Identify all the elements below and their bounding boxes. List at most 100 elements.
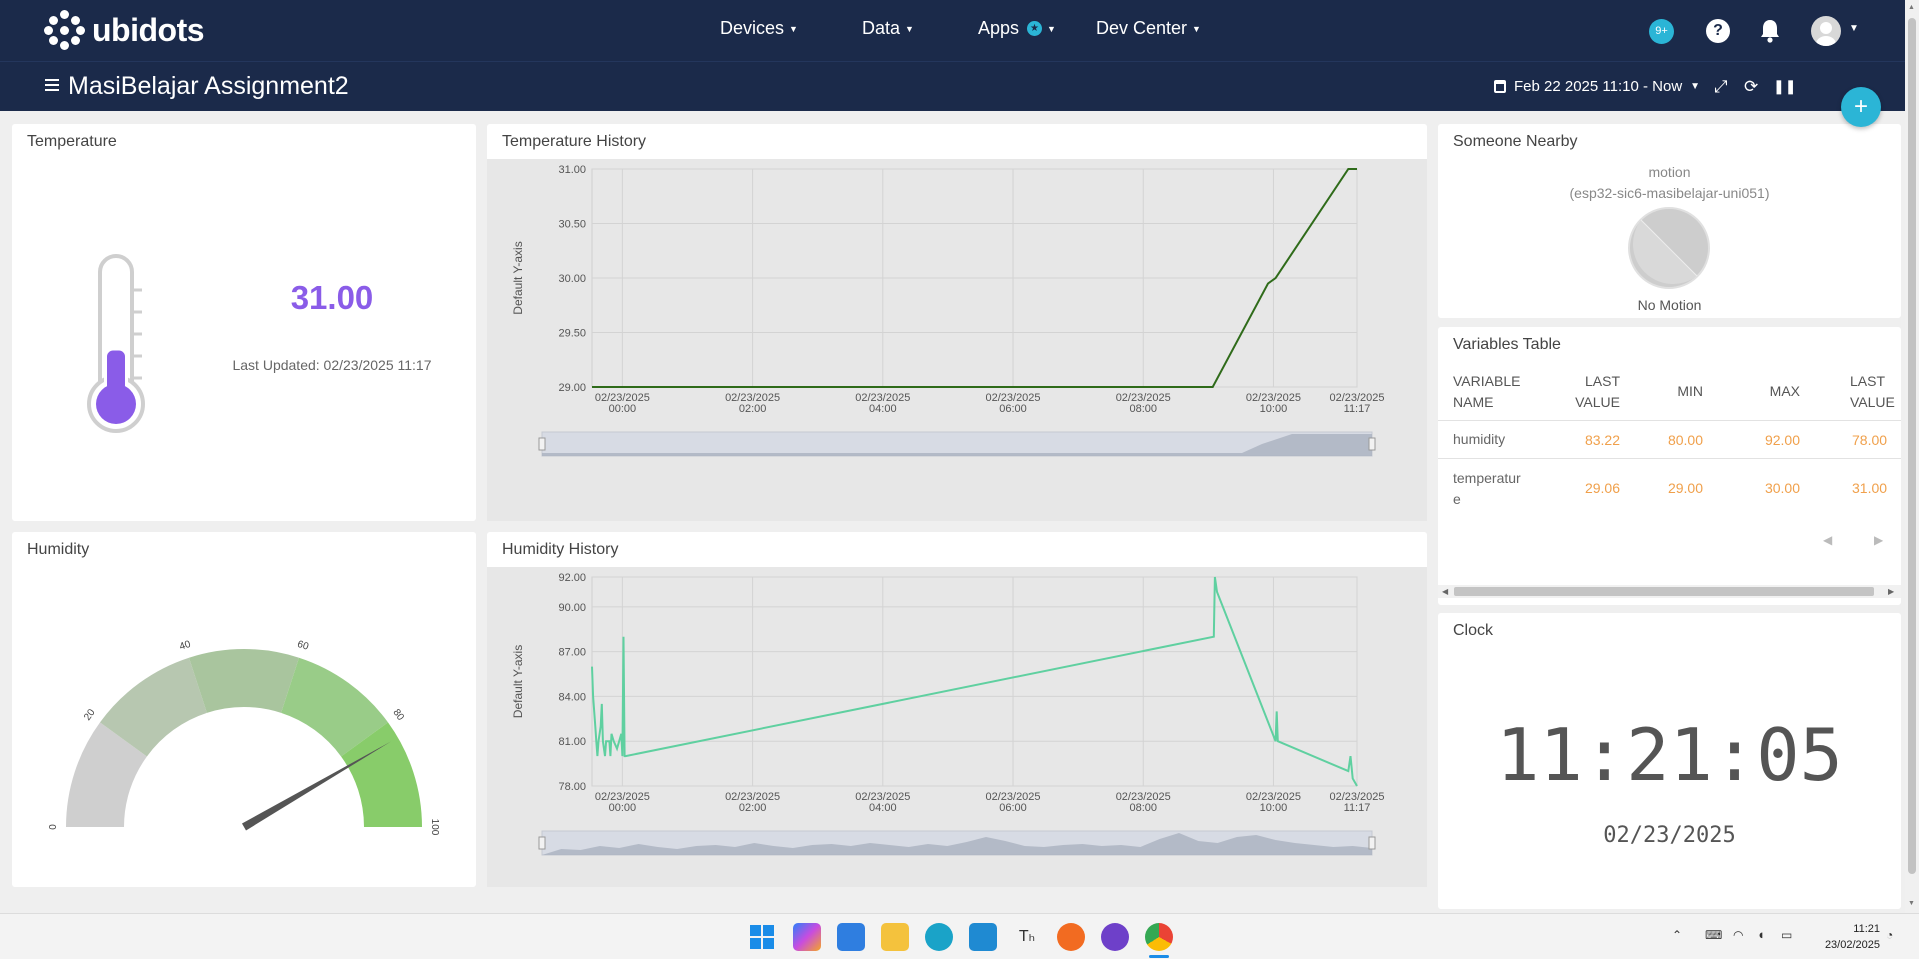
column-header-max[interactable]: MAX (1720, 381, 1800, 402)
y-tick-label: 30.00 (558, 273, 586, 285)
dashboard-toolbar: MasiBelajar Assignment2 Feb 22 2025 11:1… (0, 61, 1919, 111)
refresh-icon[interactable]: ⟳ (1744, 77, 1758, 97)
github-desktop-icon[interactable] (1101, 923, 1129, 951)
scrollbar-thumb[interactable] (1908, 18, 1916, 874)
scroll-down-icon[interactable]: ▼ (1908, 900, 1915, 907)
divider (1438, 420, 1901, 421)
nav-data-label: Data (862, 18, 901, 38)
x-tick-label: 00:00 (609, 802, 637, 814)
nav-data[interactable]: Data ▼ (862, 18, 914, 39)
row-variable-name: humidity (1453, 431, 1506, 447)
temperature-value: 31.00 (290, 279, 374, 316)
postman-icon[interactable] (1057, 923, 1085, 951)
y-tick-label: 84.00 (558, 691, 586, 703)
gauge-tick-label: 100 (429, 819, 440, 836)
x-tick-label: 06:00 (999, 403, 1027, 415)
scroll-left-icon[interactable]: ◀ (1442, 587, 1448, 596)
y-tick-label: 78.00 (558, 781, 586, 793)
thermometer-icon (87, 254, 145, 433)
nav-devices-label: Devices (720, 18, 785, 38)
scrollbar-thumb[interactable] (1454, 587, 1874, 596)
chevron-down-icon: ▼ (789, 23, 798, 34)
row-min: 80.00 (1667, 432, 1703, 448)
scroll-up-icon[interactable]: ▲ (1908, 4, 1915, 11)
motion-status: No Motion (1637, 297, 1702, 313)
chevron-down-icon: ▼ (1192, 23, 1201, 34)
row-min: 29.00 (1667, 480, 1703, 496)
y-tick-label: 29.00 (558, 382, 586, 394)
nav-devices[interactable]: Devices ▼ (720, 18, 798, 39)
file-explorer-icon[interactable] (881, 923, 909, 951)
clock-date: 02/23/2025 (1603, 823, 1736, 848)
pagination-prev-icon[interactable]: ◀ (1823, 533, 1832, 547)
help-button[interactable]: ? (1706, 19, 1730, 43)
someone-nearby-widget: Someone Nearby motion (esp32-sic6-masibe… (1438, 124, 1901, 318)
x-tick-label: 00:00 (609, 403, 637, 415)
volume-icon[interactable]: ◖ (1757, 927, 1765, 942)
notification-icon[interactable]: ◔ (1886, 928, 1893, 942)
humidity-history-widget: Humidity History 02/23/2025 00:00 02/23/20… (487, 532, 1427, 887)
navigator-handle-right (1368, 836, 1376, 850)
scroll-right-icon[interactable]: ▶ (1888, 587, 1894, 596)
temperature-line-chart[interactable]: 02/23/202500:0002/23/202502:0002/23/2025… (487, 159, 1427, 521)
menu-icon[interactable] (45, 79, 59, 91)
x-tick-label: 04:00 (869, 802, 897, 814)
temperature-widget: Temperature 31.00 Last Updated: 02/23/20… (12, 124, 476, 521)
fullscreen-icon[interactable]: ⤢ (1714, 77, 1728, 97)
humidity-gauge: 0 20 40 60 80 100 (48, 639, 440, 836)
column-header-last-value-extra[interactable]: LAST VALUE (1850, 371, 1901, 413)
x-tick-label: 10:00 (1260, 802, 1288, 814)
clock-time: 11:21:05 (1496, 713, 1843, 797)
chevron-up-icon[interactable]: ⌃ (1672, 928, 1682, 942)
navigator-handle-left (538, 836, 546, 850)
dashboard-title: MasiBelajar Assignment2 (68, 72, 349, 100)
keyboard-icon[interactable]: ⌨ (1705, 928, 1722, 942)
y-tick-label: 81.00 (558, 736, 586, 748)
chrome-icon[interactable] (1145, 923, 1173, 951)
widget-title: Temperature (27, 133, 117, 150)
column-header-variable-name[interactable]: VARIABLE NAME (1453, 371, 1533, 413)
notification-count-badge[interactable]: 9+ (1649, 19, 1674, 44)
horizontal-scrollbar[interactable]: ◀ ▶ (1438, 585, 1901, 598)
pause-icon[interactable]: ❚❚ (1773, 78, 1796, 95)
user-silhouette-icon (1816, 22, 1836, 46)
add-widget-button[interactable]: + (1841, 87, 1881, 127)
pagination-next-icon[interactable]: ▶ (1874, 533, 1883, 547)
page-scrollbar[interactable]: ▲ ▼ (1905, 0, 1919, 913)
wifi-icon[interactable]: ◠ (1733, 928, 1743, 942)
battery-icon[interactable]: ▭ (1781, 928, 1792, 942)
column-header-last-value[interactable]: LAST VALUE (1550, 371, 1620, 413)
vscode-icon[interactable] (969, 923, 997, 951)
humidity-widget: Humidity 0 20 40 60 80 100 (12, 532, 476, 887)
x-tick-label: 04:00 (869, 403, 897, 415)
nav-dev-center[interactable]: Dev Center ▼ (1096, 18, 1201, 39)
navigator-handle-left (538, 437, 546, 451)
humidity-line-chart[interactable]: 02/23/202500:0002/23/202502:0002/23/2025… (487, 567, 1427, 887)
date-range-label: Feb 22 2025 11:10 - Now (1514, 78, 1683, 95)
typora-icon[interactable]: Tₕ (1013, 923, 1041, 951)
copilot-icon[interactable] (793, 923, 821, 951)
windows-start-icon[interactable] (748, 923, 776, 951)
widget-title: Variables Table (1453, 336, 1561, 353)
ubidots-logo[interactable]: ubidots (44, 8, 205, 52)
widget-title: Someone Nearby (1453, 133, 1578, 150)
row-variable-name: temperature (1453, 470, 1521, 507)
date-range-picker[interactable]: Feb 22 2025 11:10 - Now ▼ (1494, 78, 1700, 95)
system-clock[interactable]: 11:21 23/02/2025 (1800, 921, 1880, 953)
column-header-min[interactable]: MIN (1623, 381, 1703, 402)
plot-area (591, 576, 1358, 787)
edge-icon[interactable] (925, 923, 953, 951)
row-last-value: 83.22 (1584, 432, 1620, 448)
x-tick-label: 02:00 (739, 802, 767, 814)
store-icon[interactable] (837, 923, 865, 951)
top-navbar: ubidots Devices ▼ Data ▼ Apps ★ ▼ Dev Center… (0, 0, 1919, 61)
calendar-icon (1494, 80, 1506, 93)
nav-apps[interactable]: Apps ★ ▼ (978, 18, 1056, 39)
bell-icon[interactable] (1758, 18, 1782, 44)
last-updated-text: Last Updated: 02/23/2025 11:17 (232, 357, 432, 373)
chevron-down-icon[interactable]: ▼ (1849, 23, 1859, 34)
row-extra-value: 78.00 (1852, 432, 1888, 448)
x-tick-label: 08:00 (1129, 403, 1157, 415)
x-tick-label: 08:00 (1129, 802, 1157, 814)
user-avatar[interactable] (1811, 16, 1841, 46)
